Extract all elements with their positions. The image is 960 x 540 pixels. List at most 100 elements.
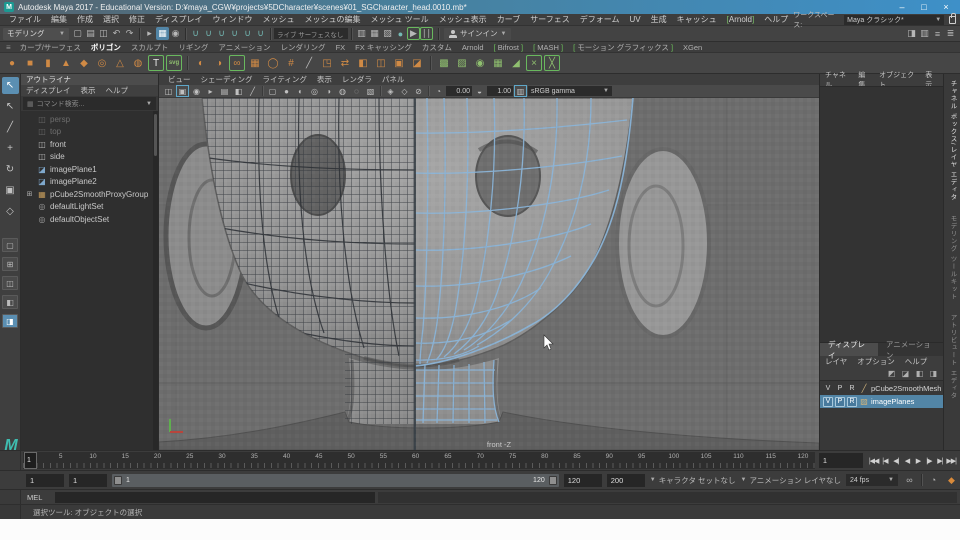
exposure-field[interactable]: 0.00	[446, 86, 472, 96]
knife-tool-icon[interactable]: ╱	[301, 55, 317, 71]
outliner-item-defaultLightSet[interactable]: ◎ defaultLightSet	[21, 201, 158, 214]
outliner-item-front[interactable]: ◫ front	[21, 138, 158, 151]
anim-preferences-icon[interactable]: ◔	[927, 475, 940, 485]
step-back-frame-button[interactable]: |◀	[880, 457, 889, 465]
snap-to-plane-icon[interactable]: ∪	[228, 27, 241, 40]
menu-edit-mesh[interactable]: メッシュの編集	[299, 14, 365, 25]
camera-attributes-icon[interactable]: ◉	[190, 85, 203, 97]
poly-pyramid-icon[interactable]: △	[112, 55, 128, 71]
grease-pencil-icon[interactable]: ╱	[246, 85, 259, 97]
layer-row-pCube2SmoothMesh[interactable]: V P R ╱ pCube2SmoothMesh	[820, 382, 943, 395]
layer-toggle-r[interactable]: R	[847, 396, 857, 407]
scale-tool[interactable]: ▣	[2, 182, 19, 199]
outliner-item-imagePlane1[interactable]: ◪ imagePlane1	[21, 163, 158, 176]
camera-select-icon[interactable]: ◫	[162, 85, 175, 97]
isolate-select-icon[interactable]: ◈	[384, 85, 397, 97]
bridge-icon[interactable]: ◫	[373, 55, 389, 71]
poly-cylinder-icon[interactable]: ▮	[40, 55, 56, 71]
new-empty-layer-icon[interactable]: ◧	[914, 369, 925, 378]
shelf-tab-polygons[interactable]: ポリゴン	[86, 42, 126, 53]
new-layer-from-selected-icon[interactable]: ◨	[928, 369, 939, 378]
playback-end-field[interactable]: 120	[563, 473, 602, 487]
select-hierarchy-icon[interactable]: ▸	[143, 27, 156, 40]
textured-icon[interactable]: ◐	[294, 85, 307, 97]
undo-icon[interactable]: ↶	[110, 27, 123, 40]
extract-icon[interactable]: ◢	[508, 55, 524, 71]
rotate-tool[interactable]: ↻	[2, 161, 19, 178]
step-forward-key-button[interactable]: |▶	[924, 457, 933, 465]
smooth-icon[interactable]: ◐	[193, 55, 209, 71]
menu-display[interactable]: ディスプレイ	[150, 14, 207, 25]
render-current-frame-icon[interactable]: ▦	[368, 27, 381, 40]
color-management-icon[interactable]: ▥	[514, 85, 527, 97]
panel-menu-renderer[interactable]: レンダラ	[337, 74, 377, 85]
command-line-language-label[interactable]: MEL	[21, 493, 55, 502]
raise-main-window-icon[interactable]: ◨	[905, 27, 918, 40]
animation-end-field[interactable]: 200	[606, 473, 645, 487]
gamma-icon[interactable]: ◒	[473, 85, 486, 97]
outliner-item-persp[interactable]: ◫ persp	[21, 113, 158, 126]
playback-range-bar[interactable]: 1 120	[112, 473, 559, 487]
redo-icon[interactable]: ↷	[123, 27, 136, 40]
use-all-lights-icon[interactable]: ◎	[308, 85, 321, 97]
show-hotbox-icon[interactable]: ▥	[918, 27, 931, 40]
mirror-icon[interactable]: ⇄	[337, 55, 353, 71]
select-component-icon[interactable]: ◉	[169, 27, 182, 40]
fps-dropdown[interactable]: 24 fps ▼	[846, 474, 898, 486]
multisample-aa-icon[interactable]: ▧	[364, 85, 377, 97]
menu-create[interactable]: 作成	[72, 14, 98, 25]
layout-two-pane[interactable]: ◧	[2, 295, 18, 309]
shadows-icon[interactable]: ◑	[322, 85, 335, 97]
lasso-select-tool[interactable]: ↖	[2, 98, 19, 115]
new-scene-icon[interactable]: ▢	[71, 27, 84, 40]
panel-menu-shading[interactable]: シェーディング	[196, 74, 258, 85]
image-plane-icon[interactable]: ▤	[218, 85, 231, 97]
shelf-tab-custom[interactable]: カスタム	[417, 42, 457, 53]
poly-sphere-icon[interactable]: ●	[4, 55, 20, 71]
layout-outliner-persp[interactable]: ◨	[2, 314, 18, 328]
sidebar-tab-channel-box-layer-editor[interactable]: チャネル ボックス/レイヤ エディタ	[947, 80, 957, 201]
outliner-item-defaultObjectSet[interactable]: ◎ defaultObjectSet	[21, 213, 158, 226]
menu-curves[interactable]: カーブ	[492, 14, 526, 25]
shelf-tab-fx-caching[interactable]: FX キャッシング	[350, 42, 417, 53]
bookmark-icon[interactable]: ▸	[204, 85, 217, 97]
poly-torus-icon[interactable]: ◎	[94, 55, 110, 71]
lattice-icon[interactable]: #	[283, 55, 299, 71]
menu-arnold[interactable]: Arnold	[722, 15, 760, 24]
paint-select-tool[interactable]: ╱	[2, 119, 19, 136]
auto-key-icon[interactable]: ◆	[945, 475, 958, 486]
shelf-tab-animation[interactable]: アニメーション	[213, 42, 275, 53]
panel-menu-panels[interactable]: パネル	[377, 74, 410, 85]
exposure-icon[interactable]: ◔	[432, 85, 445, 97]
range-start-handle[interactable]	[114, 475, 122, 485]
panel-menu-show[interactable]: 表示	[312, 74, 337, 85]
poly-cone-icon[interactable]: ▲	[58, 55, 74, 71]
move-tool[interactable]: +	[2, 140, 19, 157]
wireframe-icon[interactable]: ▢	[266, 85, 279, 97]
toggle-channel-box-icon[interactable]: ≣	[944, 27, 957, 40]
snap-to-grid-icon[interactable]: ∪	[189, 27, 202, 40]
shelf-tab-curves-surfaces[interactable]: カーブ/サーフェス	[15, 42, 86, 53]
target-weld-icon[interactable]: ╳	[544, 55, 560, 71]
expand-icon[interactable]: ⊞	[25, 190, 34, 198]
layer-toggle-p[interactable]: P	[835, 384, 845, 394]
menu-help[interactable]: ヘルプ	[759, 14, 793, 25]
menu-uv[interactable]: UV	[625, 15, 646, 24]
current-frame-field[interactable]: 1	[818, 453, 863, 468]
outliner-menu-help[interactable]: ヘルプ	[100, 85, 133, 96]
workspace-lock-icon[interactable]	[949, 12, 956, 24]
go-to-start-button[interactable]: |◀◀	[869, 457, 880, 465]
step-forward-frame-button[interactable]: ▶|	[935, 457, 944, 465]
quad-draw-ref-icon[interactable]: ▣	[391, 55, 407, 71]
screen-space-ao-icon[interactable]: ◍	[336, 85, 349, 97]
outliner-item-pCube2SmoothProxyGroup[interactable]: ⊞ ▦ pCube2SmoothProxyGroup	[21, 188, 158, 201]
shelf-tab-rendering[interactable]: レンダリング	[276, 42, 331, 53]
save-scene-icon[interactable]: ◫	[97, 27, 110, 40]
outliner-item-side[interactable]: ◫ side	[21, 151, 158, 164]
toggle-attribute-editor-icon[interactable]: ≡	[931, 27, 944, 40]
viewport-canvas[interactable]: front -Z	[159, 98, 819, 450]
poly-cube-icon[interactable]: ■	[22, 55, 38, 71]
add-divisions-icon[interactable]: ▦	[490, 55, 506, 71]
outliner-menu-display[interactable]: ディスプレイ	[21, 85, 75, 96]
sidebar-tab-attribute-editor[interactable]: アトリビュート エディタ	[947, 314, 957, 399]
